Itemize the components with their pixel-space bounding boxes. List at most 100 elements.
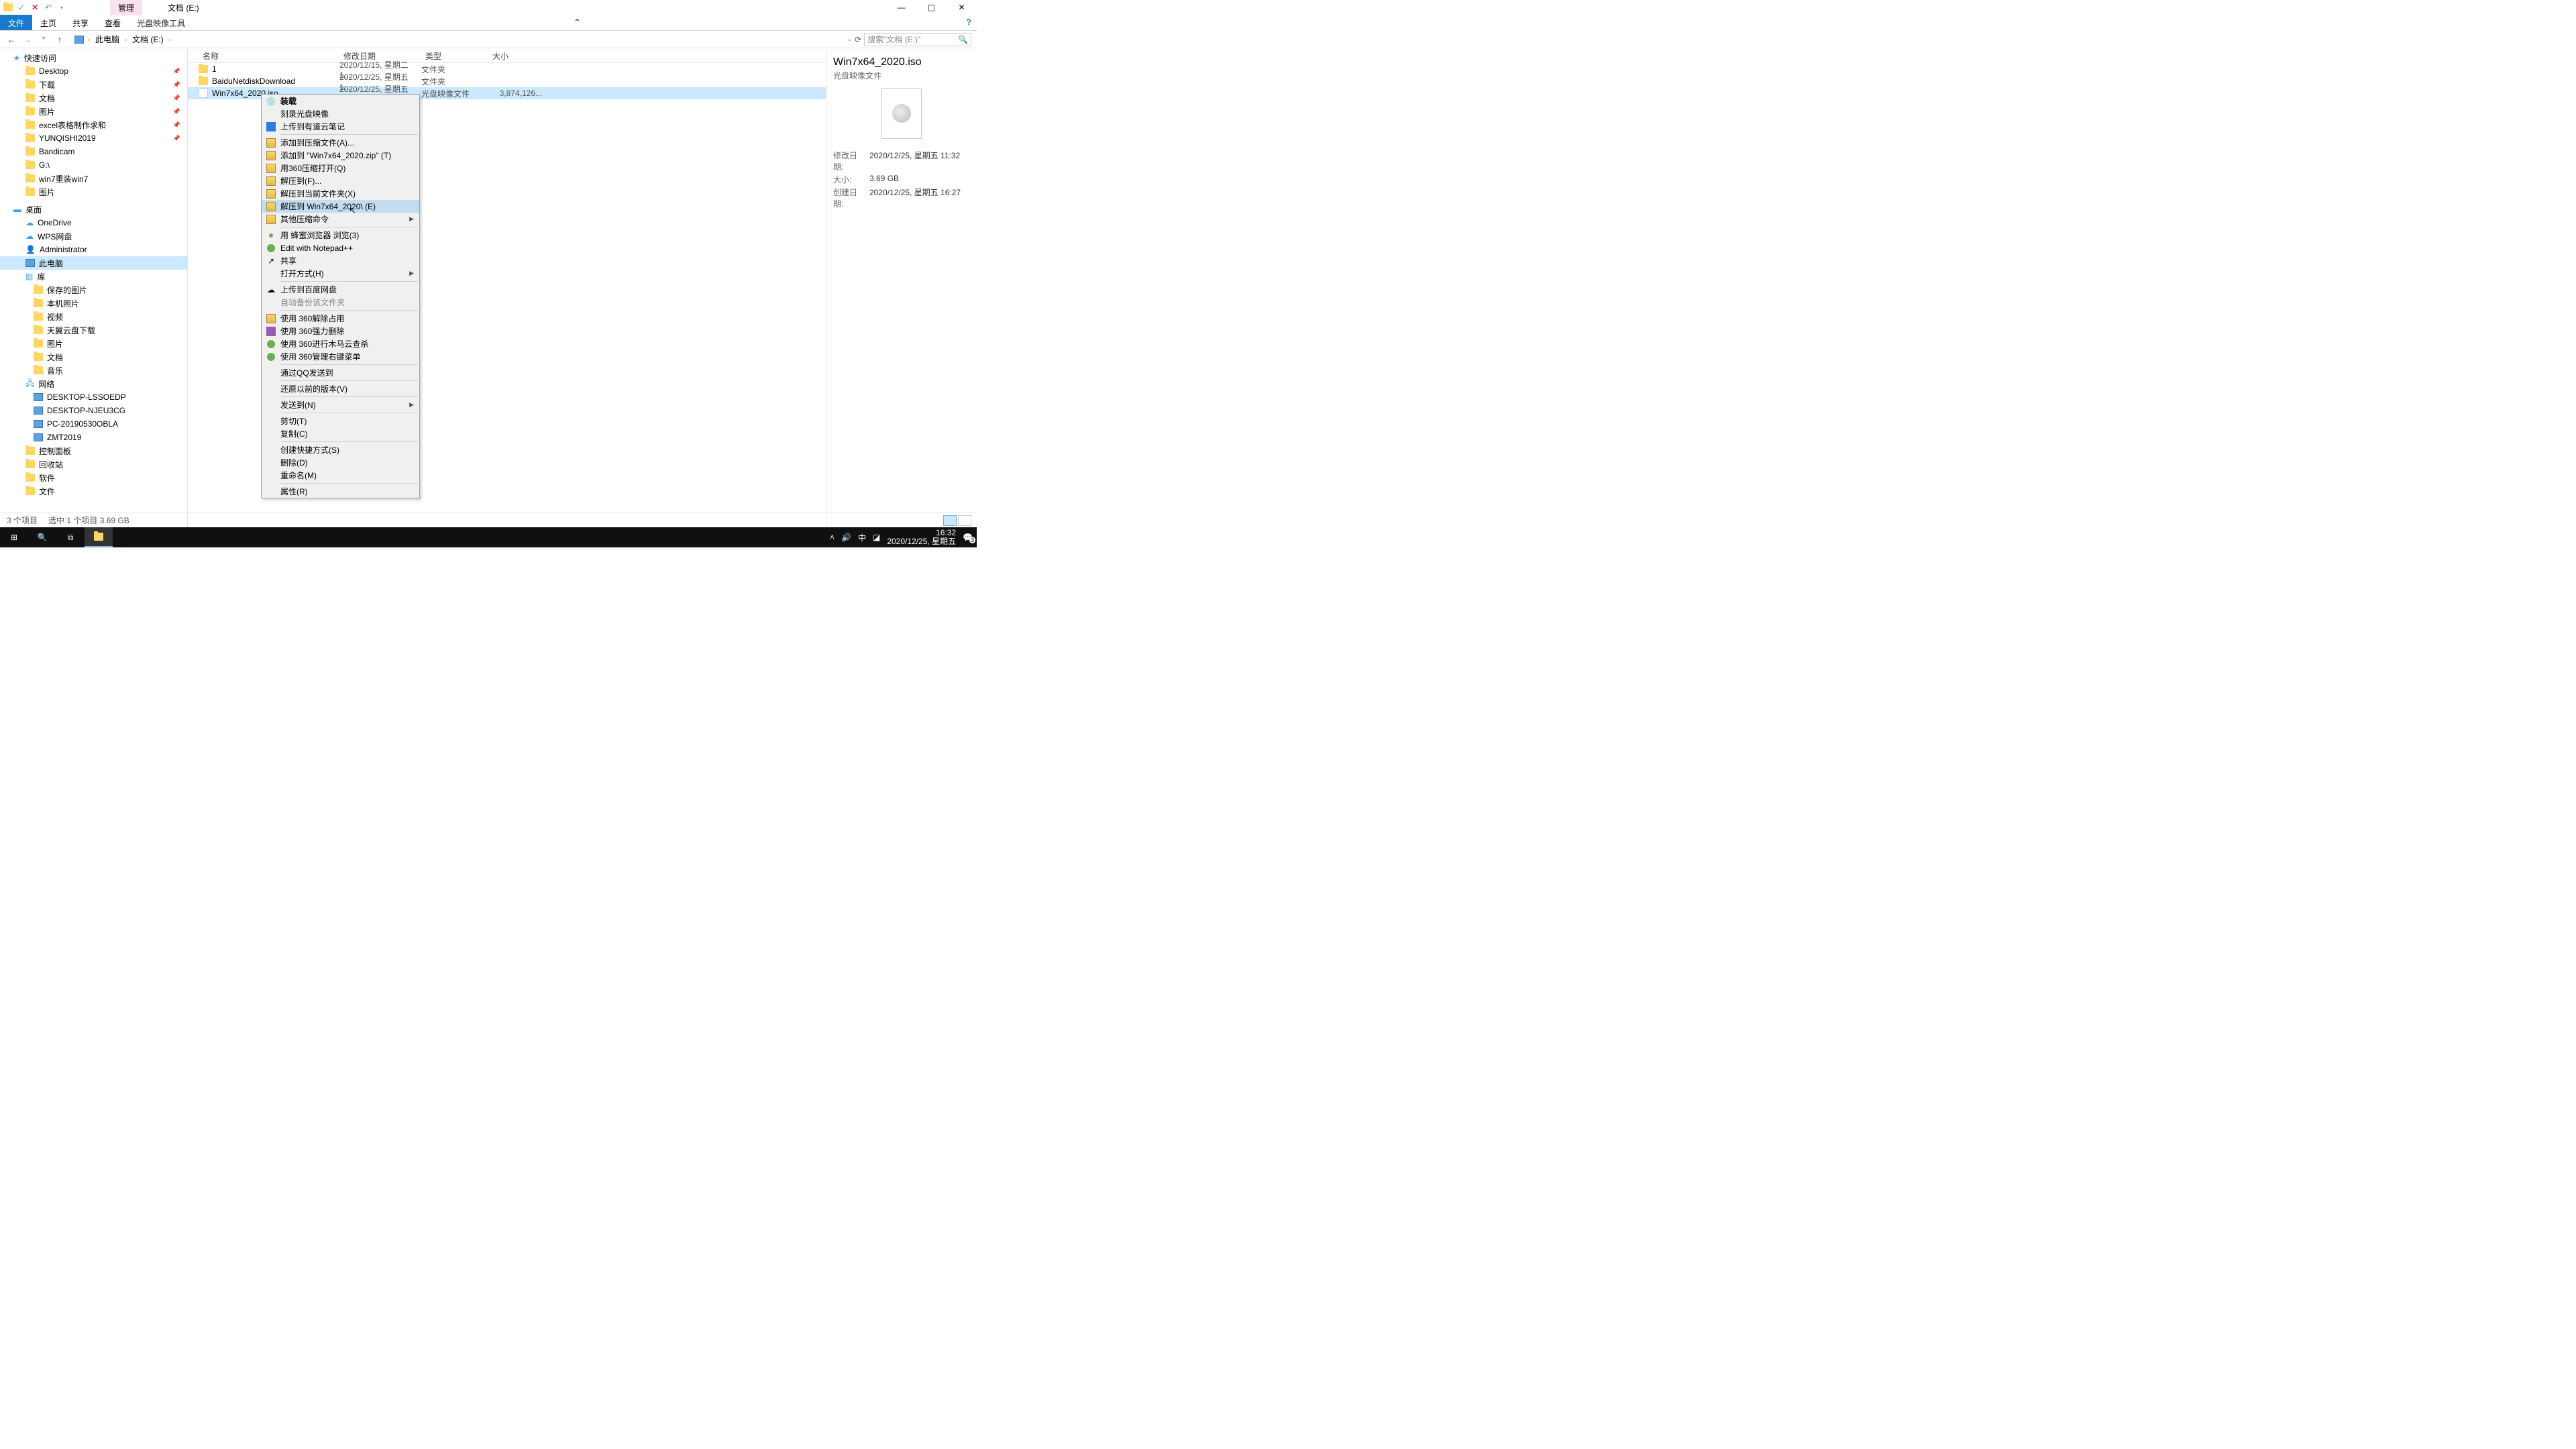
nav-network-item[interactable]: ZMT2019 (0, 431, 187, 444)
col-type[interactable]: 类型 (421, 48, 488, 62)
context-menu-item[interactable]: Edit with Notepad++ (262, 241, 419, 254)
context-menu-item[interactable]: 使用 360管理右键菜单 (262, 350, 419, 363)
context-menu-item[interactable]: 剪切(T) (262, 415, 419, 427)
context-menu-item[interactable]: ↗共享 (262, 254, 419, 267)
ribbon-tab-home[interactable]: 主页 (32, 15, 64, 30)
context-menu-item[interactable]: 用 蜂蜜浏览器 浏览(3) (262, 229, 419, 241)
context-menu-item[interactable]: 创建快捷方式(S) (262, 443, 419, 456)
nav-network-item[interactable]: DESKTOP-LSSOEDP (0, 390, 187, 404)
context-menu-item[interactable]: 用360压缩打开(Q) (262, 162, 419, 174)
chevron-right-icon[interactable]: › (123, 36, 128, 43)
nav-quick-item[interactable]: Desktop📌 (0, 64, 187, 78)
context-menu-item[interactable]: 属性(R) (262, 485, 419, 498)
context-menu-item[interactable]: 解压到(F)... (262, 174, 419, 187)
nav-desktop-item[interactable]: ☁OneDrive (0, 216, 187, 229)
nav-quick-item[interactable]: 图片 (0, 185, 187, 199)
help-icon[interactable]: ? (961, 15, 977, 30)
chevron-right-icon[interactable]: › (87, 36, 91, 43)
qat-dropdown-icon[interactable]: ▾ (56, 2, 67, 13)
context-menu-item[interactable]: 使用 360强力删除 (262, 325, 419, 337)
context-menu-item[interactable]: 其他压缩命令▶ (262, 213, 419, 225)
volume-icon[interactable]: 🔊 (841, 533, 851, 542)
nav-desktop-item[interactable]: 👤Administrator (0, 243, 187, 256)
context-menu-item[interactable]: 解压到 Win7x64_2020\ (E) (262, 200, 419, 213)
nav-desktop-item[interactable]: 此电脑 (0, 256, 187, 270)
qat-undo-icon[interactable]: ↶ (43, 2, 54, 13)
col-name[interactable]: 名称 (199, 48, 339, 62)
context-menu-item[interactable]: 还原以前的版本(V) (262, 382, 419, 395)
taskbar-search-button[interactable]: 🔍 (28, 527, 56, 547)
nav-other-item[interactable]: 回收站 (0, 458, 187, 471)
breadcrumb[interactable]: › 此电脑 › 文档 (E:) › (71, 33, 841, 46)
context-menu-item[interactable]: 添加到 "Win7x64_2020.zip" (T) (262, 149, 419, 162)
nav-other-item[interactable]: 软件 (0, 471, 187, 484)
nav-library-item[interactable]: 文档 (0, 350, 187, 364)
context-menu-item[interactable]: 使用 360解除占用 (262, 312, 419, 325)
chevron-right-icon[interactable]: › (168, 36, 172, 43)
nav-quick-item[interactable]: excel表格制作求和📌 (0, 118, 187, 131)
up-button[interactable]: ↑ (54, 35, 66, 44)
refresh-button[interactable]: ⟳ (855, 35, 861, 44)
nav-quick-item[interactable]: Bandicam (0, 145, 187, 158)
col-size[interactable]: 大小 (488, 48, 542, 62)
ribbon-tab-file[interactable]: 文件 (0, 15, 32, 30)
start-button[interactable]: ⊞ (0, 527, 28, 547)
nav-quick-item[interactable]: G:\ (0, 158, 187, 172)
nav-network[interactable]: 🖧 网络 (0, 377, 187, 390)
nav-network-item[interactable]: PC-20190530OBLA (0, 417, 187, 431)
tray-overflow-icon[interactable]: ˄ (830, 533, 835, 542)
context-menu-item[interactable]: 发送到(N)▶ (262, 398, 419, 411)
recent-dropdown[interactable]: ▾ (38, 35, 50, 44)
nav-quick-item[interactable]: 下载📌 (0, 78, 187, 91)
forward-button[interactable]: → (21, 35, 34, 44)
view-large-icons-button[interactable] (958, 515, 971, 526)
nav-library-item[interactable]: 保存的图片 (0, 283, 187, 297)
minimize-button[interactable]: — (886, 0, 916, 15)
context-menu-item[interactable]: 上传到有道云笔记 (262, 120, 419, 133)
clock[interactable]: 16:32 2020/12/25, 星期五 (887, 529, 956, 546)
security-tray-icon[interactable]: ◪ (873, 533, 880, 542)
context-menu-item[interactable]: 💿装载 (262, 95, 419, 107)
context-menu-item[interactable]: ☁上传到百度网盘 (262, 283, 419, 296)
nav-desktop[interactable]: ▬ 桌面 (0, 203, 187, 216)
qat-delete-icon[interactable]: ✕ (30, 2, 40, 13)
action-center-icon[interactable]: 💬3 (963, 533, 973, 542)
close-button[interactable]: ✕ (947, 0, 977, 15)
nav-library-item[interactable]: 音乐 (0, 364, 187, 377)
context-menu-item[interactable]: 重命名(M) (262, 469, 419, 482)
nav-library-item[interactable]: 本机照片 (0, 297, 187, 310)
nav-library-item[interactable]: 天翼云盘下载 (0, 323, 187, 337)
nav-desktop-item[interactable]: ▥库 (0, 270, 187, 283)
maximize-button[interactable]: ▢ (916, 0, 947, 15)
breadcrumb-dropdown-icon[interactable]: ⌄ (847, 36, 852, 43)
ribbon-tab-disc-image-tools[interactable]: 光盘映像工具 (129, 15, 193, 30)
taskbar-explorer-button[interactable] (85, 527, 113, 547)
context-menu-item[interactable]: 添加到压缩文件(A)... (262, 136, 419, 149)
nav-quick-item[interactable]: 图片📌 (0, 105, 187, 118)
search-input[interactable]: 搜索"文档 (E:)" 🔍 (864, 33, 971, 46)
nav-quick-item[interactable]: YUNQISHI2019📌 (0, 131, 187, 145)
navigation-pane[interactable]: ★ 快速访问 Desktop📌下载📌文档📌图片📌excel表格制作求和📌YUNQ… (0, 48, 188, 529)
nav-desktop-item[interactable]: ☁WPS网盘 (0, 229, 187, 243)
qat-properties-icon[interactable]: ✓ (16, 2, 27, 13)
nav-library-item[interactable]: 视频 (0, 310, 187, 323)
nav-library-item[interactable]: 图片 (0, 337, 187, 350)
nav-other-item[interactable]: 文件 (0, 484, 187, 498)
nav-network-item[interactable]: DESKTOP-NJEU3CG (0, 404, 187, 417)
breadcrumb-this-pc[interactable]: 此电脑 (94, 34, 121, 45)
context-menu-item[interactable]: 复制(C) (262, 427, 419, 440)
file-row[interactable]: BaiduNetdiskDownload 2020/12/25, 星期五 1..… (188, 75, 826, 87)
context-menu-item[interactable]: 删除(D) (262, 456, 419, 469)
ribbon-expand-icon[interactable]: ⌃ (568, 15, 586, 30)
task-view-button[interactable]: ⧉ (56, 527, 85, 547)
back-button[interactable]: ← (5, 35, 17, 44)
ribbon-tab-share[interactable]: 共享 (64, 15, 97, 30)
ribbon-tab-view[interactable]: 查看 (97, 15, 129, 30)
view-details-button[interactable] (943, 515, 957, 526)
nav-other-item[interactable]: 控制面板 (0, 444, 187, 458)
context-menu-item[interactable]: 刻录光盘映像 (262, 107, 419, 120)
ime-indicator[interactable]: 中 (858, 532, 866, 543)
context-menu-item[interactable]: 通过QQ发送到 (262, 366, 419, 379)
file-row[interactable]: 1 2020/12/15, 星期二 1... 文件夹 (188, 63, 826, 75)
nav-quick-access[interactable]: ★ 快速访问 (0, 51, 187, 64)
